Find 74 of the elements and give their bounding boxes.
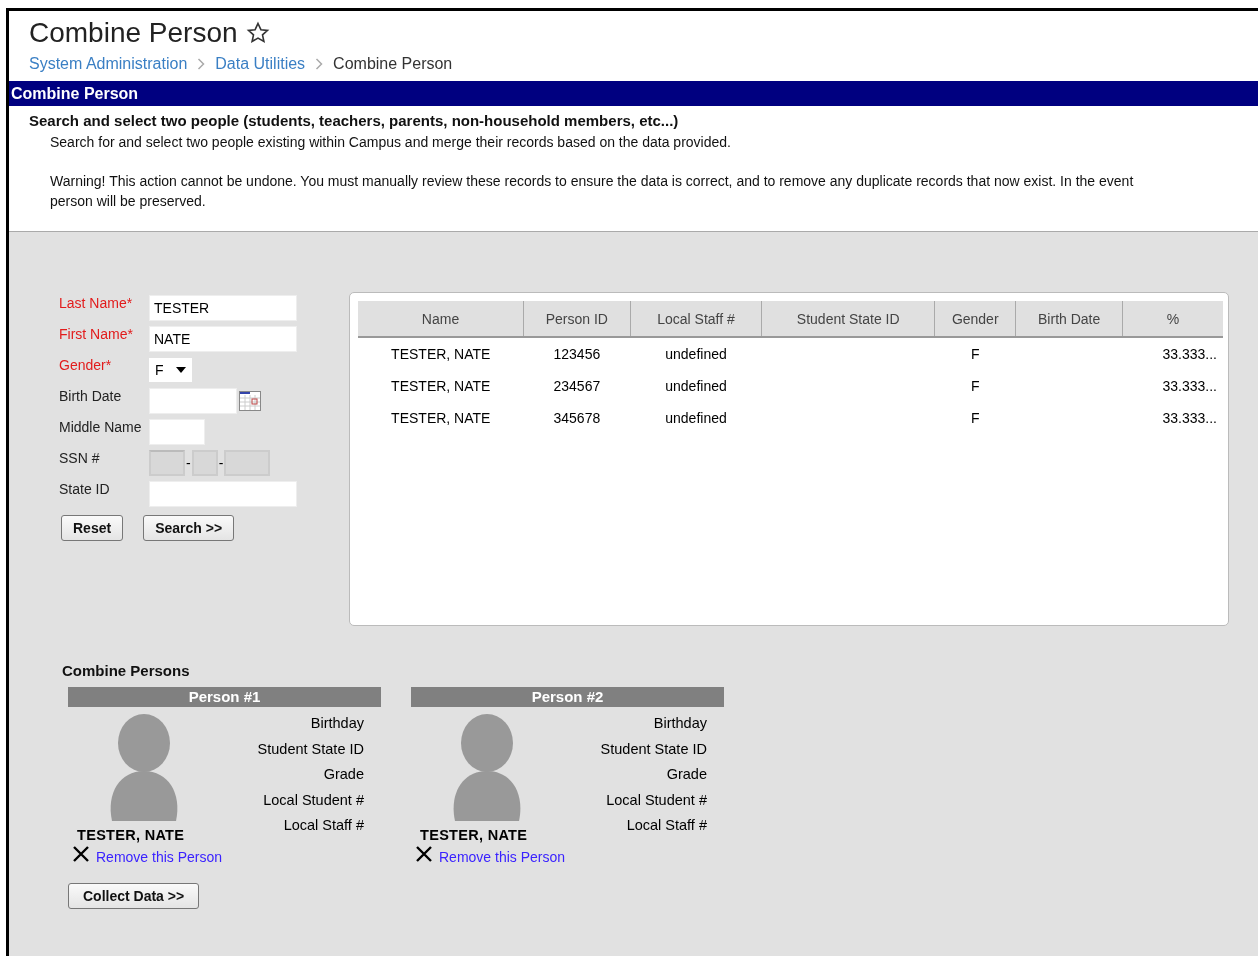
table-cell[interactable]: 33.333... — [1162, 378, 1217, 394]
person-header: Person #2 — [411, 687, 724, 707]
field-label: State ID — [59, 480, 111, 497]
field-label: Local Student # — [262, 791, 364, 810]
text-field[interactable]: NATE — [149, 325, 297, 352]
table-cell[interactable]: 33.333... — [1162, 346, 1217, 362]
field-label: Grade — [322, 766, 364, 784]
remove-person-link[interactable]: Remove this Person — [439, 845, 566, 865]
breadcrumb-link[interactable]: System Administration — [29, 55, 188, 73]
table-cell[interactable]: undefined — [665, 410, 727, 426]
field-label: Gender* — [59, 356, 113, 373]
field-label: Middle Name — [59, 418, 143, 435]
calendar-icon[interactable] — [239, 390, 261, 411]
separator: - — [217, 454, 225, 471]
collect-data-button[interactable]: Collect Data >> — [68, 883, 200, 909]
gender-dropdown[interactable]: F — [149, 357, 192, 382]
field-label: Student State ID — [600, 740, 707, 759]
column-header[interactable]: Student State ID — [761, 301, 935, 337]
search-button[interactable]: Search >> — [143, 515, 235, 541]
text-field[interactable] — [149, 480, 297, 507]
column-header[interactable]: Birth Date — [1015, 301, 1123, 337]
separator: - — [185, 454, 192, 471]
table-cell[interactable]: TESTER, NATE — [391, 378, 491, 394]
section-title: Combine Persons — [62, 662, 191, 679]
table-cell[interactable]: F — [970, 410, 980, 426]
remove-icon[interactable] — [72, 845, 90, 863]
field-label: Grade — [665, 766, 707, 784]
column-header[interactable]: Person ID — [523, 301, 631, 337]
remove-icon[interactable] — [415, 845, 433, 863]
warning-text: person will be preserved. — [50, 192, 207, 211]
field-label: Student State ID — [257, 740, 364, 759]
column-header[interactable]: % — [1122, 301, 1223, 337]
field-label: Local Staff # — [282, 817, 364, 835]
table-cell[interactable]: F — [970, 378, 980, 394]
table-cell[interactable]: TESTER, NATE — [391, 346, 491, 362]
table-cell[interactable]: 123456 — [553, 346, 601, 362]
text-field[interactable]: TESTER — [149, 294, 297, 321]
table-cell[interactable]: 345678 — [553, 410, 601, 426]
table-cell[interactable]: F — [970, 346, 980, 362]
star-icon[interactable] — [245, 21, 270, 45]
field-label: Local Staff # — [625, 817, 707, 835]
field-label: Local Student # — [605, 791, 707, 810]
table-cell[interactable]: undefined — [665, 346, 727, 362]
chevron-icon — [197, 58, 206, 70]
table-cell[interactable]: 234567 — [553, 378, 601, 394]
caret-icon — [175, 366, 186, 373]
field-label: Birthday — [652, 715, 707, 733]
table-cell[interactable]: 33.333... — [1162, 410, 1217, 426]
text-field[interactable] — [149, 418, 205, 445]
date-field[interactable] — [149, 387, 237, 414]
table-cell[interactable]: undefined — [665, 378, 727, 394]
section-header-bar: Combine Person — [9, 81, 1258, 106]
warning-text: Warning! This action cannot be undone. You must manually review these records to ensure the data is correct, and to remove any duplicate records that now exist. In the event — [50, 172, 1135, 191]
instructions-heading: Search and select two people (students, teachers, parents, non-household members, etc...) — [29, 112, 680, 129]
field-label: SSN # — [59, 449, 101, 466]
field-label: Birthday — [309, 715, 364, 733]
table-cell[interactable]: TESTER, NATE — [391, 410, 491, 426]
page-title: Combine Person — [29, 17, 238, 49]
instructions-text: Search for and select two people existing within Campus and merge their records based on the data provided. — [49, 134, 732, 150]
field-label: Birth Date — [59, 387, 123, 404]
person-name: TESTER, NATE — [76, 827, 186, 843]
field-label: Last Name* — [59, 294, 134, 311]
column-header[interactable]: Local Staff # — [630, 301, 762, 337]
remove-person-link[interactable]: Remove this Person — [96, 845, 223, 865]
column-header[interactable]: Gender — [934, 301, 1016, 337]
person-name: TESTER, NATE — [419, 827, 529, 843]
breadcrumb-current: Combine Person — [333, 55, 453, 73]
chevron-icon — [315, 58, 324, 70]
ssn-field[interactable] — [149, 449, 185, 476]
person-header: Person #1 — [68, 687, 381, 707]
field-label: First Name* — [59, 325, 134, 342]
reset-button[interactable]: Reset — [61, 515, 124, 541]
column-header[interactable]: Name — [358, 301, 524, 337]
breadcrumb-link[interactable]: Data Utilities — [215, 55, 306, 73]
